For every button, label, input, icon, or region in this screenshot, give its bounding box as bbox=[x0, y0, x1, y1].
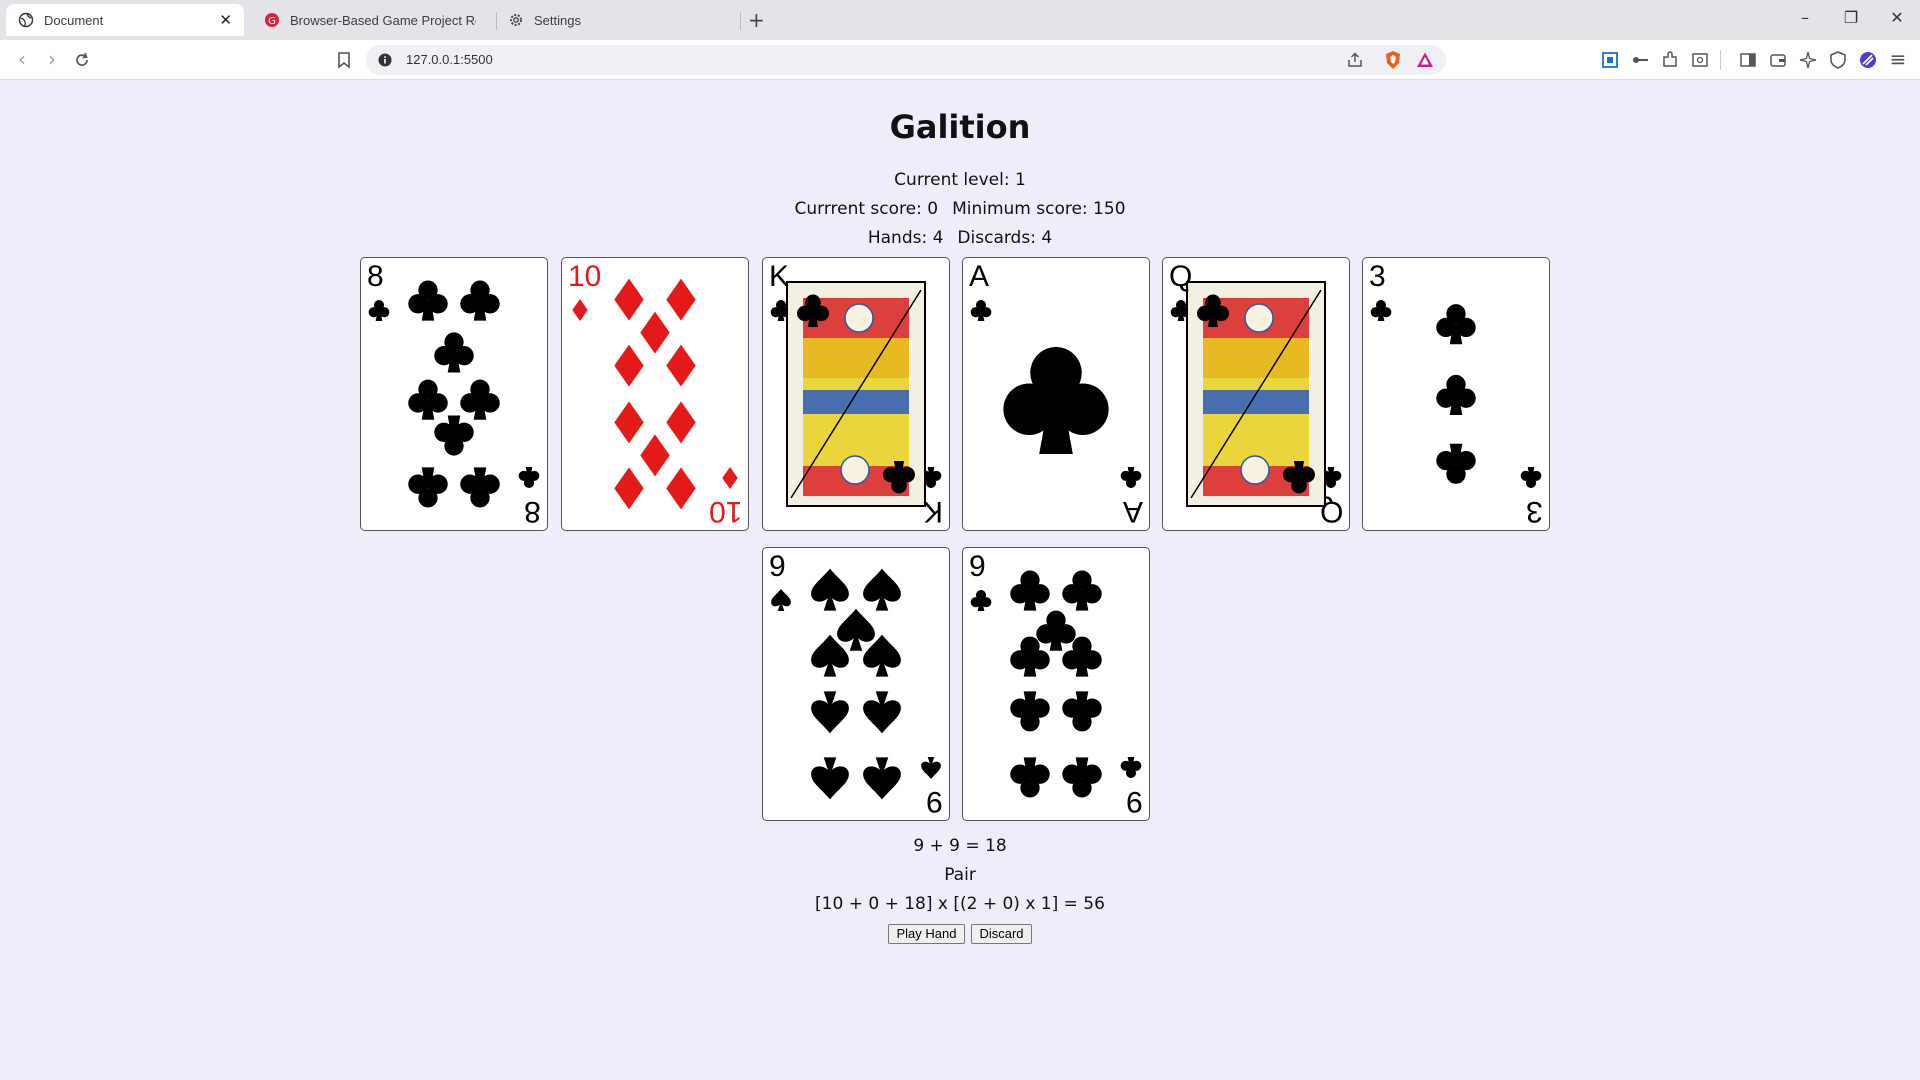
svg-text:G: G bbox=[268, 16, 276, 27]
page-title: Galition bbox=[889, 108, 1031, 146]
playing-card-8-clubs[interactable]: 88 bbox=[360, 257, 548, 531]
playing-card-3-clubs[interactable]: 33 bbox=[1362, 257, 1550, 531]
vpn-shield-icon[interactable] bbox=[1828, 50, 1848, 70]
leo-ai-icon[interactable] bbox=[1798, 50, 1818, 70]
card-rank-top: Q bbox=[1169, 260, 1193, 293]
clubs-pips-icon bbox=[368, 280, 540, 508]
diamonds-pips-icon bbox=[572, 278, 738, 510]
card-rank-bottom: K bbox=[922, 495, 943, 528]
discards-remaining-text: Discards: 4 bbox=[957, 228, 1053, 248]
tab-project-requirements[interactable]: G Browser-Based Game Project Require bbox=[252, 4, 488, 36]
card-rank-top: K bbox=[769, 260, 790, 293]
tab-document[interactable]: Document ✕ bbox=[6, 4, 244, 36]
brave-rewards-icon[interactable] bbox=[1416, 51, 1434, 69]
clubs-pips-icon bbox=[1370, 299, 1542, 489]
card-rank-bottom: 9 bbox=[926, 785, 943, 818]
close-window-icon[interactable]: ✕ bbox=[1882, 8, 1912, 27]
tab-search-icon[interactable] bbox=[1690, 50, 1710, 70]
card-rank-top: 10 bbox=[568, 260, 602, 293]
tab-title: Settings bbox=[534, 12, 581, 28]
toolbar-divider bbox=[1720, 50, 1721, 70]
score-line: Currrent score: 0 Minimum score: 150 bbox=[0, 199, 1920, 219]
hand-type-text: Pair bbox=[944, 865, 976, 885]
site-info-icon[interactable] bbox=[378, 53, 392, 67]
sidebar-icon[interactable] bbox=[1738, 50, 1758, 70]
back-arrow-icon[interactable]: ‹ bbox=[10, 48, 34, 70]
tab-separator bbox=[740, 12, 741, 30]
globe-icon bbox=[18, 12, 34, 28]
clubs-pips-icon bbox=[970, 570, 1142, 798]
bookmark-icon[interactable] bbox=[334, 50, 354, 70]
clubs-pips-icon bbox=[1170, 281, 1342, 507]
card-rank-top: 9 bbox=[769, 550, 786, 583]
playing-card-k-clubs[interactable]: KK bbox=[762, 257, 950, 531]
extensions-icon[interactable] bbox=[1660, 50, 1680, 70]
card-rank-bottom: Q bbox=[1319, 495, 1343, 528]
tab-title: Browser-Based Game Project Require bbox=[290, 12, 476, 28]
playing-card-10-diamonds[interactable]: 10 10 bbox=[561, 257, 749, 531]
clubs-pips-icon bbox=[970, 299, 1142, 489]
card-rank-top: 9 bbox=[969, 550, 986, 583]
playing-card-a-clubs[interactable]: AA bbox=[962, 257, 1150, 531]
play-hand-button[interactable]: Play Hand bbox=[888, 924, 965, 944]
brave-shield-icon[interactable] bbox=[1384, 50, 1402, 70]
url-text: 127.0.0.1:5500 bbox=[406, 52, 493, 67]
clubs-pips-icon bbox=[770, 281, 942, 507]
reload-icon[interactable] bbox=[72, 50, 92, 70]
card-rank-bottom: 9 bbox=[1126, 785, 1143, 818]
restore-icon[interactable]: ❐ bbox=[1836, 8, 1866, 27]
hands-remaining-text: Hands: 4 bbox=[867, 228, 944, 248]
browser-toolbar: ‹ › 127.0.0.1:5500 ≡ bbox=[0, 40, 1920, 80]
gear-icon bbox=[510, 14, 522, 26]
wallet-icon[interactable] bbox=[1768, 50, 1788, 70]
pair-sum-text: 9 + 9 = 18 bbox=[913, 836, 1007, 856]
level-line: Current level: 1 bbox=[0, 170, 1920, 190]
card-rank-bottom: 10 bbox=[708, 495, 742, 528]
minimize-icon[interactable]: – bbox=[1790, 8, 1820, 27]
playing-card-9-clubs[interactable]: 99 bbox=[962, 547, 1150, 821]
minimum-score-text: Minimum score: 150 bbox=[952, 199, 1126, 219]
menu-hamburger-icon[interactable]: ≡ bbox=[1886, 48, 1910, 70]
card-rank-bottom: A bbox=[1122, 495, 1143, 528]
screenshot-icon[interactable] bbox=[1600, 50, 1620, 70]
current-level-text: Current level: 1 bbox=[894, 170, 1026, 190]
tab-title: Document bbox=[44, 12, 104, 28]
score-formula-text: [10 + 0 + 18] x [(2 + 0) x 1] = 56 bbox=[815, 894, 1105, 914]
page-content: Galition Current level: 1 Currrent score… bbox=[0, 81, 1920, 1080]
playing-card-q-clubs[interactable]: QQ bbox=[1162, 257, 1350, 531]
profile-extension-icon[interactable] bbox=[1858, 50, 1878, 70]
card-rank-top: A bbox=[969, 260, 990, 293]
address-bar[interactable]: 127.0.0.1:5500 bbox=[366, 45, 1446, 75]
card-rank-top: 8 bbox=[367, 260, 384, 293]
discard-button[interactable]: Discard bbox=[971, 924, 1032, 944]
app-logo-icon: G bbox=[265, 13, 279, 27]
card-rank-bottom: 3 bbox=[1526, 495, 1543, 528]
key-icon[interactable] bbox=[1630, 50, 1650, 70]
close-icon[interactable]: ✕ bbox=[219, 11, 232, 29]
playing-card-9-spades[interactable]: 99 bbox=[762, 547, 950, 821]
hands-line: Hands: 4 Discards: 4 bbox=[0, 228, 1920, 248]
new-tab-plus-icon[interactable]: + bbox=[748, 8, 765, 32]
card-rank-top: 3 bbox=[1369, 260, 1386, 293]
browser-tab-bar: Document ✕ G Browser-Based Game Project … bbox=[0, 0, 1920, 40]
forward-arrow-icon[interactable]: › bbox=[40, 48, 64, 70]
current-score-text: Currrent score: 0 bbox=[794, 199, 939, 219]
card-rank-bottom: 8 bbox=[524, 495, 541, 528]
spades-pips-icon bbox=[771, 568, 941, 800]
tab-settings[interactable]: Settings bbox=[496, 4, 736, 36]
share-icon[interactable] bbox=[1346, 51, 1364, 69]
